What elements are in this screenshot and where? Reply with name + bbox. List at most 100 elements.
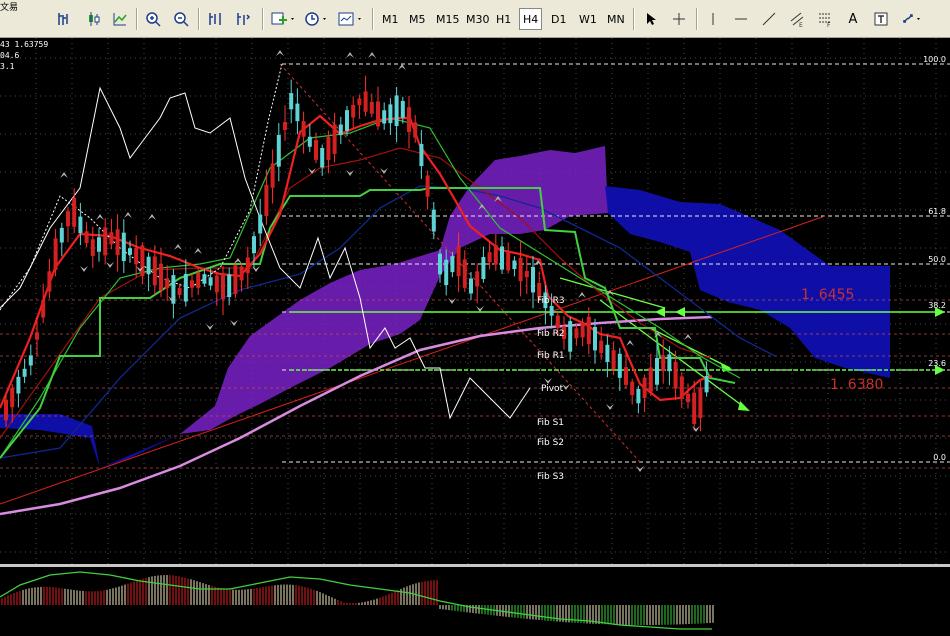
periods-button[interactable] [302,8,332,30]
oscillator-window[interactable] [0,567,950,632]
text-label-icon [874,12,888,26]
arrows-button[interactable] [900,8,926,30]
pivot-label-pivot: Pivot [541,384,564,394]
candle-body [159,263,163,291]
candle-body [196,272,201,288]
fractal-down-icon [562,384,570,390]
toolbar-separator [198,8,200,30]
fib-label-23: 23.6 [928,359,946,368]
candle-body [109,232,114,245]
fractal-up-icon [60,172,68,178]
candle-body [326,136,331,160]
toolbar-separator [136,8,138,30]
candle-body [10,388,15,408]
candle-body [388,104,393,124]
fibonacci-retracement [282,63,950,463]
fractal-down-icon [476,306,484,312]
zoom-in-button[interactable] [142,8,164,30]
price-chart[interactable]: 43 1.63759 04.6 3.1 100.0 61.8 50.0 38.2… [0,38,950,564]
zoom-out-icon [174,12,189,27]
candle-body [338,124,343,136]
info-line-3: 3.1 [0,62,15,71]
channel-icon: E [790,12,804,27]
ichimoku-cloud-blue [605,186,890,378]
candle-body [121,232,126,262]
candle-body [586,316,591,345]
candle-body [140,245,145,277]
timeframe-m5[interactable]: M5 [405,8,430,30]
fractal-down-icon [606,404,614,410]
line-chart-button[interactable] [109,8,131,30]
candle-body [363,91,368,112]
candle-body [78,216,83,234]
trendline-button[interactable] [758,8,780,30]
candle-chart-button[interactable] [82,8,104,30]
indicators-button[interactable] [268,8,298,30]
candle-body [425,175,430,197]
timeframe-d1[interactable]: D1 [547,8,570,30]
fib-label-38: 38.2 [928,301,946,310]
candle-body [599,340,604,354]
candlestick-icon [89,12,100,26]
candle-body [394,95,399,127]
crosshair-button[interactable] [668,8,690,30]
pivot-label-r3: Fib R3 [537,296,565,306]
timeframe-m1[interactable]: M1 [378,8,403,30]
indicators-icon [271,12,294,25]
oscillator-canvas [0,571,714,630]
fibonacci-button[interactable]: F [814,8,836,30]
fib-level-labels: 100.0 61.8 50.0 38.2 23.6 0.0 [923,55,946,462]
horizontal-line-button[interactable] [730,8,752,30]
pivot-label-r1: Fib R1 [537,351,565,361]
candle-body [301,121,306,137]
candle-body [28,355,33,366]
cursor-button[interactable] [640,8,662,30]
bar-chart-button[interactable] [53,8,75,30]
price-annotation-lower[interactable]: 1. 6380 [830,377,883,393]
candle-body [568,321,573,352]
templates-button[interactable] [336,8,366,30]
candle-body [41,299,46,318]
candle-body [624,367,628,385]
timeframe-w1[interactable]: W1 [575,8,601,30]
candle-body [128,248,132,255]
autoscroll-button[interactable] [232,8,254,30]
candle-body [53,238,58,270]
fractal-down-icon [252,266,260,272]
chart-shift-button[interactable] [204,8,226,30]
timeframe-mn[interactable]: MN [603,8,629,30]
timeframe-m30[interactable]: M30 [462,8,494,30]
candle-body [605,344,610,363]
candle-body [66,211,70,227]
candle-body [357,98,362,106]
candle-body [376,101,380,127]
text-button[interactable]: A [842,8,864,30]
green-arrow-icon [738,401,750,411]
timeframe-h1[interactable]: H1 [492,8,515,30]
timeframe-h4[interactable]: H4 [519,8,543,30]
candle-body [221,273,225,300]
info-line-1: 43 1.63759 [0,40,49,49]
timeframe-m15[interactable]: M15 [432,8,464,30]
price-annotation-upper[interactable]: 1. 6455 [801,287,854,303]
pivot-label-s2: Fib S2 [537,438,564,448]
candle-body [673,361,678,389]
text-label-button[interactable] [870,8,892,30]
candle-body [90,239,95,256]
candle-body [35,332,39,340]
candle-body [704,376,709,393]
equidistant-channel-button[interactable]: E [786,8,808,30]
fib-label-0: 0.0 [933,453,946,462]
candle-body [115,229,120,256]
zoom-out-button[interactable] [170,8,192,30]
candle-body [382,110,387,124]
vertical-line-button[interactable] [702,8,724,30]
crosshair-icon [673,13,685,25]
candle-body [283,122,287,130]
candle-body [469,278,473,294]
candle-body [351,104,356,118]
fib-label-61: 61.8 [928,207,946,216]
svg-text:F: F [827,22,831,27]
fractal-down-icon [206,324,214,330]
fractal-up-icon [368,52,376,58]
